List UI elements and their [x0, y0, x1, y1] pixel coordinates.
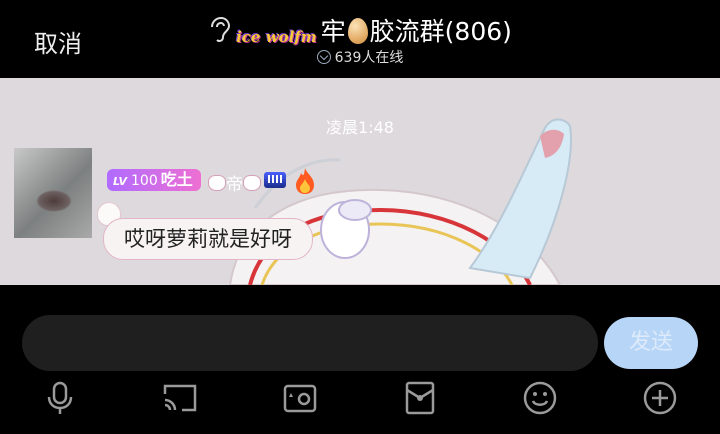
message-bubble[interactable]: 哎呀萝莉就是好呀: [103, 218, 313, 260]
medal-icon[interactable]: [264, 172, 286, 188]
red-packet-icon[interactable]: [402, 380, 438, 416]
top-bar: 取消 ice wolfm 牢胶流群(806) 639人在线: [0, 0, 720, 78]
sender-namecard[interactable]: 帝: [208, 170, 261, 195]
chat-area[interactable]: 凌晨1:48 LV 100 吃土 帝 哎呀萝莉就是好呀: [0, 78, 720, 285]
ear-icon[interactable]: [208, 17, 231, 43]
emoji-icon[interactable]: [522, 380, 558, 416]
chevron-down-icon: [316, 50, 331, 64]
message-input[interactable]: [22, 315, 598, 371]
online-count[interactable]: 639人在线: [0, 47, 720, 67]
group-logo: ice wolfm: [236, 28, 317, 46]
title-part-2: 胶流群(806): [369, 17, 512, 46]
message-timestamp: 凌晨1:48: [326, 118, 394, 137]
cast-icon[interactable]: [162, 380, 198, 416]
kitty-right-icon: [243, 175, 261, 191]
title-part-1: 牢: [320, 17, 346, 46]
sender-name: 帝: [226, 175, 243, 195]
plus-icon[interactable]: [642, 380, 678, 416]
level-number: 100: [131, 173, 158, 189]
level-prefix: LV: [113, 175, 128, 188]
microphone-icon[interactable]: [42, 380, 78, 416]
composer: 发送: [0, 285, 720, 434]
egg-emoji-icon: [347, 18, 368, 44]
group-title[interactable]: ice wolfm 牢胶流群(806): [0, 12, 720, 48]
online-count-text: 639人在线: [334, 50, 404, 66]
send-button[interactable]: 发送: [604, 317, 698, 369]
kitty-left-icon: [208, 175, 226, 191]
photo-icon[interactable]: [282, 380, 318, 416]
sender-avatar[interactable]: [14, 148, 92, 238]
fire-icon[interactable]: [292, 167, 318, 195]
title-badge: 吃土: [160, 170, 193, 189]
level-badge[interactable]: LV 100 吃土: [107, 169, 201, 191]
